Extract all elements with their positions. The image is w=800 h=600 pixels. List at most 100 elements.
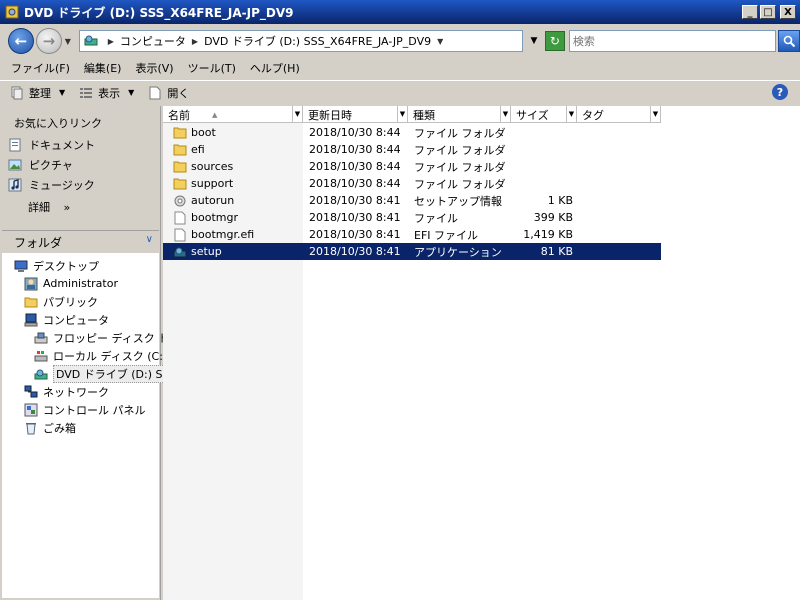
recent-pages-dropdown[interactable]: ▼ — [63, 37, 73, 46]
file-row-autorun[interactable]: autorun 2018/10/30 8:41 セットアップ情報 1 KB — [163, 192, 661, 209]
menu-tools[interactable]: ツール(T) — [181, 60, 243, 76]
chevron-down-icon[interactable]: ▼ — [650, 106, 660, 122]
tree-item-floppy[interactable]: フロッピー ディスク ドラ — [34, 329, 180, 346]
search-input[interactable] — [568, 30, 777, 52]
arrow-left-icon: ← — [14, 32, 28, 50]
navigation-pane: お気に入りリンク ドキュメント ピクチャ ミュージック 詳細 » フォルダ ∨ … — [0, 106, 180, 600]
file-date: 2018/10/30 8:41 — [309, 194, 401, 207]
favorite-music[interactable]: ミュージック — [8, 177, 95, 193]
dvd-drive-icon — [4, 4, 20, 20]
refresh-button[interactable]: ↻ — [544, 31, 565, 51]
music-icon — [8, 178, 22, 192]
file-date: 2018/10/30 8:41 — [309, 245, 401, 258]
chevron-down-icon[interactable]: ▼ — [397, 106, 407, 122]
breadcrumb-separator[interactable]: ▶ — [192, 37, 198, 46]
menu-edit[interactable]: 編集(E) — [77, 60, 129, 76]
more-favorites-link[interactable]: 詳細 » — [28, 199, 70, 215]
address-dropdown[interactable]: ▼ — [527, 36, 541, 46]
setup-app-icon — [173, 245, 187, 259]
column-headers: 名前 ▲ ▼ 更新日時 ▼ 種類 ▼ サイズ ▼ タグ ▼ — [163, 106, 661, 123]
file-row-boot[interactable]: boot 2018/10/30 8:44 ファイル フォルダ — [163, 124, 661, 141]
file-type: ファイル フォルダ — [414, 160, 506, 174]
tree-item-network[interactable]: ネットワーク — [24, 383, 109, 400]
maximize-button[interactable]: □ — [760, 5, 776, 19]
menu-file[interactable]: ファイル(F) — [4, 60, 77, 76]
file-date: 2018/10/30 8:41 — [309, 211, 401, 224]
open-label: 開く — [167, 86, 190, 100]
command-toolbar: 整理 ▼ 表示 ▼ 開く — [0, 80, 800, 104]
recycle-bin-icon — [24, 421, 38, 435]
column-header-name[interactable]: 名前 ▲ ▼ — [163, 106, 303, 123]
title-bar[interactable]: DVD ドライブ (D:) SSS_X64FRE_JA-JP_DV9 _ □ X — [0, 0, 800, 24]
open-button[interactable]: 開く — [148, 85, 189, 101]
favorite-pictures-label: ピクチャ — [29, 159, 73, 172]
favorite-pictures[interactable]: ピクチャ — [8, 157, 73, 173]
tree-item-control-panel[interactable]: コントロール パネル — [24, 401, 146, 418]
file-row-support[interactable]: support 2018/10/30 8:44 ファイル フォルダ — [163, 175, 661, 192]
file-row-sources[interactable]: sources 2018/10/30 8:44 ファイル フォルダ — [163, 158, 661, 175]
minimize-button[interactable]: _ — [742, 5, 758, 19]
back-button[interactable]: ← — [8, 28, 34, 54]
chevron-down-icon[interactable]: ▼ — [566, 106, 576, 122]
breadcrumb-separator[interactable]: ▼ — [437, 37, 443, 46]
file-row-setup[interactable]: setup 2018/10/30 8:41 アプリケーション 81 KB — [163, 243, 661, 260]
control-panel-icon — [24, 403, 38, 417]
file-name-cell: setup — [163, 245, 303, 259]
network-icon — [24, 385, 38, 399]
file-icon — [173, 211, 187, 225]
file-type: ファイル フォルダ — [414, 177, 506, 191]
chevron-down-icon: ▼ — [128, 88, 135, 97]
folders-header[interactable]: フォルダ ∨ — [2, 231, 159, 253]
file-name-cell: bootmgr — [163, 211, 303, 225]
organize-label: 整理 — [29, 86, 51, 100]
close-button[interactable]: X — [780, 5, 796, 19]
tree-item-local-disk[interactable]: ローカル ディスク (C:) — [34, 347, 167, 364]
menu-help[interactable]: ヘルプ(H) — [243, 60, 307, 76]
views-button[interactable]: 表示 ▼ — [79, 85, 134, 101]
floppy-icon — [34, 331, 48, 345]
tree-item-dvd-drive[interactable]: DVD ドライブ (D:) SSS — [34, 364, 180, 383]
tree-item-computer[interactable]: コンピュータ — [24, 311, 109, 328]
menu-view[interactable]: 表示(V) — [128, 60, 180, 76]
file-name: efi — [191, 143, 205, 156]
tree-item-public[interactable]: パブリック — [24, 293, 98, 310]
search-icon — [783, 35, 795, 47]
file-row-efi[interactable]: efi 2018/10/30 8:44 ファイル フォルダ — [163, 141, 661, 158]
file-date: 2018/10/30 8:41 — [309, 228, 401, 241]
column-header-tag[interactable]: タグ ▼ — [577, 106, 661, 123]
tree-item-desktop[interactable]: デスクトップ — [14, 257, 99, 274]
breadcrumb-dvd-drive[interactable]: DVD ドライブ (D:) SSS_X64FRE_JA-JP_DV9 — [204, 33, 431, 49]
chevron-down-icon[interactable]: ∨ — [146, 234, 153, 245]
sort-ascending-icon: ▲ — [212, 110, 218, 119]
column-header-type[interactable]: 種類 ▼ — [408, 106, 511, 123]
favorite-documents[interactable]: ドキュメント — [8, 137, 95, 153]
help-icon: ? — [776, 85, 784, 99]
forward-button[interactable]: → — [35, 28, 62, 54]
file-row-bootmgr[interactable]: bootmgr 2018/10/30 8:41 ファイル 399 KB — [163, 209, 661, 226]
column-header-size[interactable]: サイズ ▼ — [511, 106, 577, 123]
file-size: 399 KB — [533, 211, 573, 224]
breadcrumb-computer[interactable]: コンピュータ — [120, 33, 186, 49]
help-button[interactable]: ? — [772, 84, 788, 100]
file-row-bootmgr-efi[interactable]: bootmgr.efi 2018/10/30 8:41 EFI ファイル 1,419 … — [163, 226, 661, 243]
column-header-date[interactable]: 更新日時 ▼ — [303, 106, 408, 123]
file-icon — [173, 228, 187, 242]
tree-item-recycle-bin[interactable]: ごみ箱 — [24, 419, 76, 436]
document-icon — [148, 86, 162, 100]
tree-item-administrator[interactable]: Administrator — [24, 275, 118, 292]
file-name-cell: efi — [163, 143, 303, 157]
chevron-down-icon[interactable]: ▼ — [292, 106, 302, 122]
organize-icon — [10, 86, 24, 100]
file-type: ファイル フォルダ — [414, 143, 506, 157]
file-name-cell: bootmgr.efi — [163, 228, 303, 242]
settings-file-icon — [173, 194, 187, 208]
search-button[interactable] — [778, 30, 800, 52]
favorite-documents-label: ドキュメント — [29, 139, 95, 152]
file-date: 2018/10/30 8:44 — [309, 126, 401, 139]
window-title: DVD ドライブ (D:) SSS_X64FRE_JA-JP_DV9 — [24, 5, 294, 20]
organize-button[interactable]: 整理 ▼ — [10, 85, 65, 101]
chevron-down-icon[interactable]: ▼ — [500, 106, 510, 122]
file-date: 2018/10/30 8:44 — [309, 177, 401, 190]
file-name: bootmgr.efi — [191, 228, 255, 241]
address-field[interactable]: ▶ コンピュータ ▶ DVD ドライブ (D:) SSS_X64FRE_JA-J… — [78, 30, 524, 52]
